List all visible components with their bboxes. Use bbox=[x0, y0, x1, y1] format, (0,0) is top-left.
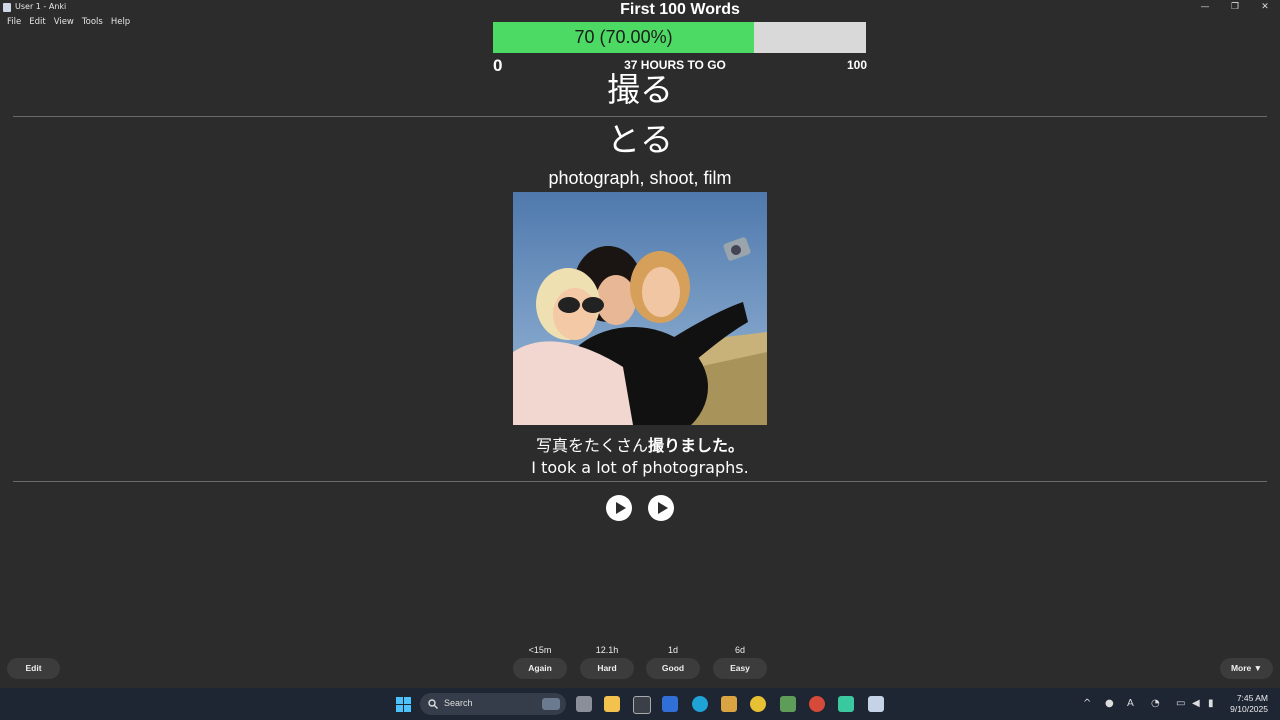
chrome-browser-icon[interactable] bbox=[809, 696, 825, 712]
card-photo bbox=[513, 192, 767, 425]
play-sentence-audio-icon[interactable] bbox=[648, 495, 674, 521]
volume-icon[interactable]: ◀ bbox=[1192, 698, 1200, 709]
anki-taskbar-icon[interactable] bbox=[868, 696, 884, 712]
search-icon bbox=[428, 699, 438, 709]
app-icon-3[interactable] bbox=[721, 696, 737, 712]
app-icon-2[interactable] bbox=[662, 696, 678, 712]
taskbar-clock[interactable]: 7:45 AM 9/10/2025 bbox=[1230, 693, 1268, 715]
good-button[interactable]: Good bbox=[646, 658, 700, 679]
battery-icon[interactable]: ▮ bbox=[1208, 698, 1214, 709]
sentence-divider bbox=[13, 481, 1267, 482]
language-icon[interactable]: A bbox=[1127, 698, 1134, 709]
menu-file[interactable]: File bbox=[0, 16, 25, 29]
show-hidden-icons-icon[interactable]: ^ bbox=[1083, 698, 1091, 709]
example-sentence-en: I took a lot of photographs. bbox=[531, 458, 749, 477]
card-meaning: photograph, shoot, film bbox=[548, 168, 732, 188]
selfie-photo-illustration bbox=[513, 192, 767, 425]
hard-button[interactable]: Hard bbox=[580, 658, 634, 679]
app-icon-4[interactable] bbox=[750, 696, 766, 712]
app-icon-1[interactable] bbox=[633, 696, 651, 714]
app-icon-5[interactable] bbox=[780, 696, 796, 712]
minimize-icon[interactable]: — bbox=[1190, 0, 1220, 15]
app-icon-6[interactable] bbox=[838, 696, 854, 712]
search-label: Search bbox=[444, 698, 473, 708]
card-reading: とる bbox=[607, 120, 673, 159]
window-controls: — ❐ ✕ bbox=[1190, 0, 1280, 15]
deck-progress-bar: 70 (70.00%) bbox=[493, 22, 866, 53]
restore-icon[interactable]: ❐ bbox=[1220, 0, 1250, 15]
more-button[interactable]: More ▼ bbox=[1220, 658, 1273, 679]
menu-help[interactable]: Help bbox=[107, 16, 134, 29]
good-interval: 1d bbox=[667, 645, 678, 655]
play-word-audio-icon[interactable] bbox=[606, 495, 632, 521]
anki-app-icon bbox=[3, 3, 11, 12]
menu-edit[interactable]: Edit bbox=[25, 16, 49, 29]
sentence-jp-highlight: 撮りました。 bbox=[648, 436, 745, 455]
question-divider bbox=[13, 116, 1267, 117]
close-icon[interactable]: ✕ bbox=[1250, 0, 1280, 15]
sentence-jp-plain: 写真をたくさん bbox=[535, 436, 648, 455]
taskbar: Search ^ ● A ◔ ▭ ◀ ▮ 7:45 AM 9/10/2025 bbox=[0, 688, 1280, 720]
card-word: 撮る bbox=[607, 70, 673, 109]
again-interval: <15m bbox=[528, 645, 552, 655]
file-explorer-icon[interactable] bbox=[604, 696, 620, 712]
menu-bar: File Edit View Tools Help bbox=[0, 16, 134, 29]
window-title: User 1 - Anki bbox=[15, 2, 67, 11]
network-icon[interactable]: ▭ bbox=[1176, 698, 1185, 709]
edge-browser-icon[interactable] bbox=[692, 696, 708, 712]
easy-button[interactable]: Easy bbox=[713, 658, 767, 679]
progress-label: 70 (70.00%) bbox=[574, 27, 673, 47]
taskbar-search[interactable]: Search bbox=[420, 693, 566, 715]
hard-interval: 12.1h bbox=[595, 645, 619, 655]
windows-start-icon[interactable] bbox=[396, 697, 411, 712]
clock-time: 7:45 AM bbox=[1236, 693, 1268, 703]
deck-title: First 100 Words bbox=[620, 1, 740, 18]
search-highlight-icon bbox=[542, 698, 560, 710]
menu-tools[interactable]: Tools bbox=[78, 16, 107, 29]
status-icon[interactable]: ◔ bbox=[1151, 698, 1160, 709]
edit-button[interactable]: Edit bbox=[7, 658, 60, 679]
task-view-icon[interactable] bbox=[576, 696, 592, 712]
easy-interval: 6d bbox=[734, 645, 745, 655]
menu-view[interactable]: View bbox=[50, 16, 78, 29]
example-sentence-jp: 写真をたくさん撮りました。 bbox=[0, 432, 1280, 456]
again-button[interactable]: Again bbox=[513, 658, 567, 679]
clock-date: 9/10/2025 bbox=[1230, 704, 1268, 714]
microphone-icon[interactable]: ● bbox=[1105, 698, 1114, 709]
